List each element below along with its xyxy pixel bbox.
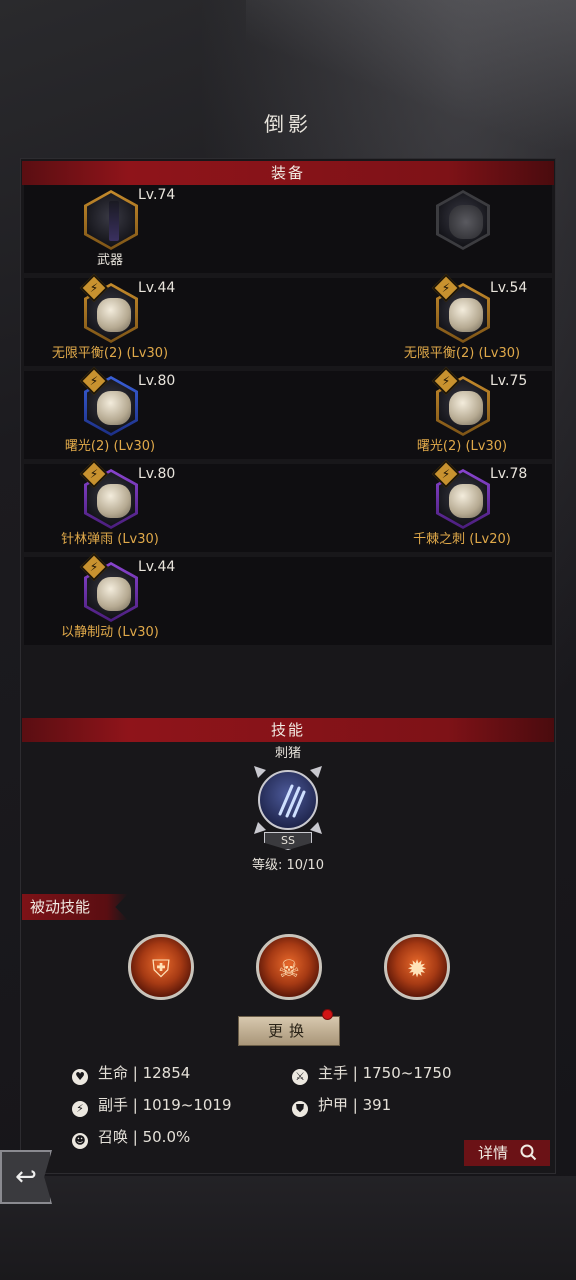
item-level: Lv.80	[138, 373, 176, 389]
stat-armor-value: 护甲 | 391	[318, 1096, 392, 1114]
empty-shield-slot-icon	[449, 205, 483, 239]
weapon-icon	[109, 201, 119, 241]
armor-icon	[449, 298, 483, 332]
boots-icon	[449, 391, 483, 425]
equipment-slot-right[interactable]: ⚡ Lv.78 千棘之刺 (Lv20)	[412, 459, 576, 552]
item-frame-inner	[439, 193, 487, 247]
flaming-skull-icon: ☠	[278, 955, 300, 983]
passive-skills-label: 被动技能	[22, 894, 128, 920]
equipment-slot-left[interactable]: ⚡ Lv.44 无限平衡(2) (Lv30)	[52, 273, 240, 366]
item-name: 无限平衡(2) (Lv30)	[51, 346, 169, 361]
stat-summon: ☻ 召唤 | 50.0%	[72, 1126, 190, 1149]
equipment-slot-left[interactable]: ⚡ Lv.80 针林弹雨 (Lv30)	[60, 459, 240, 552]
skill-name: 刺猪	[274, 746, 301, 761]
notification-dot	[322, 1009, 333, 1020]
equipment-header: 装备	[22, 161, 554, 185]
stat-off-hand-value: 副手 | 1019~1019	[98, 1096, 232, 1114]
item-level: Lv.75	[490, 373, 528, 389]
item-name: 针林弹雨 (Lv30)	[61, 532, 159, 547]
stat-summon-value: 召唤 | 50.0%	[98, 1128, 191, 1146]
item-level: Lv.74	[138, 187, 176, 203]
dagger-icon: ⚡	[72, 1101, 88, 1117]
summon-icon: ☻	[72, 1133, 88, 1149]
shield-fist-icon: ⛨	[152, 955, 170, 983]
item-name: 无限平衡(2) (Lv30)	[403, 346, 521, 361]
item-name: 曙光(2) (Lv30)	[64, 439, 156, 454]
heart-icon: ♥	[72, 1069, 88, 1085]
item-level: Lv.78	[490, 466, 528, 482]
passive-skill-3[interactable]: ✹	[384, 934, 450, 1000]
swap-skill-button[interactable]: 更换	[238, 1016, 340, 1046]
equipment-slot-left[interactable]: ⚡ Lv.80 曙光(2) (Lv30)	[60, 366, 240, 459]
active-skill-icon[interactable]	[254, 766, 322, 834]
passive-skill-2[interactable]: ☠	[256, 934, 322, 1000]
armor-icon: ⛊	[292, 1101, 308, 1117]
cloak-icon	[97, 577, 131, 611]
item-level: Lv.44	[138, 280, 176, 296]
stat-armor: ⛊ 护甲 | 391	[292, 1094, 391, 1117]
item-level: Lv.44	[138, 559, 176, 575]
equipment-slot-right[interactable]: ⚡ Lv.75 曙光(2) (Lv30)	[412, 366, 576, 459]
item-frame	[84, 190, 138, 250]
item-name: 以静制动 (Lv30)	[61, 625, 159, 640]
item-level: Lv.80	[138, 466, 176, 482]
helmet-icon	[97, 298, 131, 332]
skill-level: 等级: 10/10	[252, 858, 324, 873]
equipment-slot-right[interactable]	[412, 185, 576, 273]
item-name: 武器	[96, 253, 123, 268]
details-button[interactable]: 详情	[464, 1140, 550, 1166]
stat-hp: ♥ 生命 | 12854	[72, 1062, 190, 1085]
stat-main-hand-value: 主手 | 1750~1750	[318, 1064, 452, 1082]
equipment-slot-right[interactable]: ⚡ Lv.54 无限平衡(2) (Lv30)	[404, 273, 576, 366]
item-frame	[436, 190, 490, 250]
sword-icon: ⚔	[292, 1069, 308, 1085]
equipment-slot-left[interactable]: ⚡ Lv.44 以静制动 (Lv30)	[60, 552, 240, 645]
gloves-icon	[97, 391, 131, 425]
magnifier-icon	[519, 1140, 537, 1166]
claw-slash-icon	[258, 770, 318, 830]
stat-hp-value: 生命 | 12854	[98, 1064, 191, 1082]
back-button[interactable]: ↩	[0, 1150, 52, 1204]
details-label: 详情	[478, 1144, 509, 1162]
necklace-icon	[97, 484, 131, 518]
item-name: 千棘之刺 (Lv20)	[413, 532, 511, 547]
item-level: Lv.54	[490, 280, 528, 296]
belt-icon	[449, 484, 483, 518]
fire-warrior-icon: ✹	[406, 955, 428, 983]
passive-skill-1[interactable]: ⛨	[128, 934, 194, 1000]
back-arrow-icon: ↩	[15, 1162, 37, 1192]
stat-off-hand: ⚡ 副手 | 1019~1019	[72, 1094, 232, 1117]
stat-main-hand: ⚔ 主手 | 1750~1750	[292, 1062, 452, 1085]
skill-header: 技能	[22, 718, 554, 742]
item-name: 曙光(2) (Lv30)	[416, 439, 508, 454]
item-frame-inner	[87, 193, 135, 247]
bottom-bar	[0, 1176, 576, 1280]
page-title: 倒影	[264, 112, 312, 136]
equipment-slot-left[interactable]: Lv.74 武器	[60, 185, 240, 273]
